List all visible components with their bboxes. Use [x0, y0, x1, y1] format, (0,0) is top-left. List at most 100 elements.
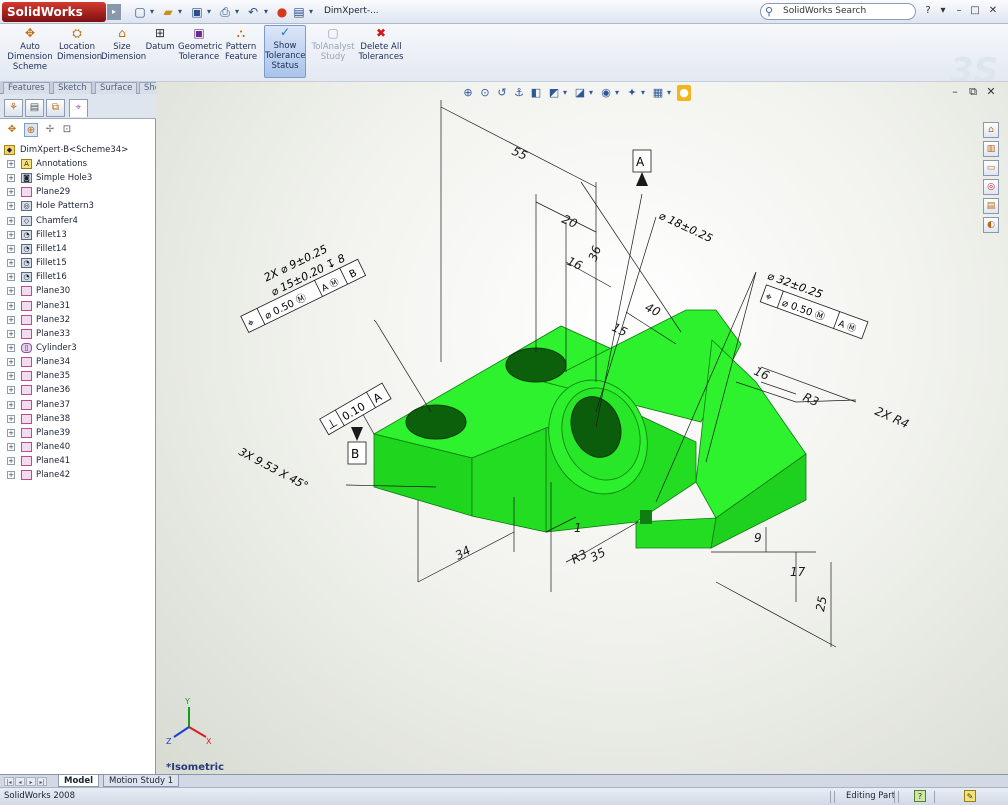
- scene-dropdown-icon[interactable]: ▾: [665, 85, 673, 101]
- tree-item-plane34[interactable]: + Plane34: [0, 355, 156, 369]
- view-orientation-icon[interactable]: ◩: [547, 85, 561, 101]
- print-icon[interactable]: ⎙: [218, 3, 232, 21]
- tree-item-fillet15[interactable]: + ◔ Fillet15: [0, 256, 156, 270]
- solidworks-resources-icon[interactable]: ⌂: [983, 122, 999, 138]
- datum-button[interactable]: ⊞ Datum: [145, 27, 175, 53]
- view-orientation-dropdown-icon[interactable]: ▾: [561, 85, 569, 101]
- display-style-icon[interactable]: ◪: [573, 85, 587, 101]
- tree-item-fillet16[interactable]: + ◔ Fillet16: [0, 270, 156, 284]
- tree-item-plane31[interactable]: + Plane31: [0, 299, 156, 313]
- expand-icon[interactable]: +: [7, 216, 15, 225]
- tree-item-chamfer4[interactable]: + ◇ Chamfer4: [0, 214, 156, 228]
- tree-item-plane29[interactable]: + Plane29: [0, 185, 156, 199]
- expand-icon[interactable]: +: [7, 471, 15, 480]
- show-tolerance-status-icon[interactable]: ⊕: [24, 123, 38, 137]
- tolanalyst-study-button[interactable]: ▢ TolAnalyst Study: [311, 27, 355, 63]
- viewport-close-button[interactable]: ✕: [984, 85, 998, 99]
- expand-icon[interactable]: +: [7, 400, 15, 409]
- part-body[interactable]: [372, 309, 807, 549]
- previous-tab-arrow-icon[interactable]: ◂: [15, 777, 25, 786]
- property-manager-tab-icon[interactable]: ▤: [25, 99, 44, 117]
- tree-item-fillet14[interactable]: + ◔ Fillet14: [0, 242, 156, 256]
- help-icon[interactable]: ?: [921, 4, 935, 18]
- maximize-button[interactable]: □: [968, 4, 982, 18]
- expand-icon[interactable]: +: [7, 287, 15, 296]
- expand-icon[interactable]: +: [7, 329, 15, 338]
- tab-motion-study-1[interactable]: Motion Study 1: [103, 775, 180, 787]
- tolanalyst-study-icon[interactable]: ⊡: [60, 123, 74, 137]
- expand-icon[interactable]: +: [7, 343, 15, 352]
- pattern-feature-button[interactable]: ⛬ Pattern Feature: [222, 27, 260, 63]
- save-icon[interactable]: ▣: [190, 3, 204, 21]
- expand-icon[interactable]: +: [7, 315, 15, 324]
- expand-icon[interactable]: +: [7, 386, 15, 395]
- tree-item-plane33[interactable]: + Plane33: [0, 327, 156, 341]
- viewport-restore-button[interactable]: ⧉: [966, 85, 980, 99]
- rebuild-status-icon[interactable]: ✎: [964, 790, 976, 802]
- file-explorer-icon[interactable]: ▭: [983, 160, 999, 176]
- viewport-minimize-button[interactable]: –: [948, 85, 962, 99]
- print-dropdown-arrow-icon[interactable]: ▾: [233, 3, 241, 21]
- location-dimension-button[interactable]: ⛭ Location Dimension: [57, 27, 102, 63]
- last-tab-arrow-icon[interactable]: ▸|: [37, 777, 47, 786]
- view-settings-icon[interactable]: ●: [677, 85, 691, 101]
- tree-item-plane38[interactable]: + Plane38: [0, 412, 156, 426]
- close-button[interactable]: ✕: [986, 4, 1000, 18]
- zoom-to-area-icon[interactable]: ⊙: [478, 85, 492, 101]
- feature-manager-tab-icon[interactable]: ⚘: [4, 99, 23, 117]
- tree-root[interactable]: ◆ DimXpert-B<Scheme34>: [0, 143, 156, 157]
- tree-item-hole-pattern3[interactable]: + ◎ Hole Pattern3: [0, 199, 156, 213]
- configuration-manager-tab-icon[interactable]: ⧉: [46, 99, 65, 117]
- tree-item-plane37[interactable]: + Plane37: [0, 398, 156, 412]
- tree-item-plane30[interactable]: + Plane30: [0, 284, 156, 298]
- appearances-icon[interactable]: ◐: [983, 217, 999, 233]
- search-results-icon[interactable]: ◎: [983, 179, 999, 195]
- view-palette-icon[interactable]: ▤: [983, 198, 999, 214]
- expand-icon[interactable]: +: [7, 259, 15, 268]
- options-icon[interactable]: ▤: [292, 3, 306, 21]
- size-dimension-button[interactable]: ⌂ Size Dimension: [101, 27, 146, 63]
- tab-surface[interactable]: Surface: [95, 82, 138, 94]
- tree-item-plane39[interactable]: + Plane39: [0, 426, 156, 440]
- tree-item-plane36[interactable]: + Plane36: [0, 383, 156, 397]
- expand-icon[interactable]: +: [7, 160, 15, 168]
- expand-icon[interactable]: +: [7, 414, 15, 423]
- expand-icon[interactable]: +: [7, 358, 15, 367]
- tree-item-plane35[interactable]: + Plane35: [0, 369, 156, 383]
- save-dropdown-arrow-icon[interactable]: ▾: [205, 3, 213, 21]
- expand-icon[interactable]: +: [7, 301, 15, 310]
- design-library-icon[interactable]: ▥: [983, 141, 999, 157]
- zoom-to-fit-icon[interactable]: ⊕: [461, 85, 475, 101]
- first-tab-arrow-icon[interactable]: |◂: [4, 777, 14, 786]
- hide-show-dropdown-icon[interactable]: ▾: [613, 85, 621, 101]
- undo-icon[interactable]: ↶: [246, 3, 260, 21]
- display-style-dropdown-icon[interactable]: ▾: [587, 85, 595, 101]
- tree-item-cylinder3[interactable]: + ▯ Cylinder3: [0, 341, 156, 355]
- tree-item-simple-hole3[interactable]: + ◙ Simple Hole3: [0, 171, 156, 185]
- quick-tips-help-icon[interactable]: ?: [914, 790, 926, 802]
- delete-all-tolerances-button[interactable]: ✖ Delete All Tolerances: [357, 27, 405, 63]
- expand-icon[interactable]: +: [7, 457, 15, 466]
- options-dropdown-arrow-icon[interactable]: ▾: [307, 3, 315, 21]
- rebuild-traffic-light-icon[interactable]: ●: [276, 3, 288, 21]
- tab-features[interactable]: Features: [3, 82, 50, 94]
- section-view-icon[interactable]: ◧: [529, 85, 543, 101]
- tab-model[interactable]: Model: [58, 775, 100, 787]
- expand-icon[interactable]: +: [7, 174, 15, 183]
- expand-icon[interactable]: +: [7, 244, 15, 253]
- search-input[interactable]: ⚲ SolidWorks Search: [760, 3, 916, 20]
- tree-item-plane32[interactable]: + Plane32: [0, 313, 156, 327]
- tree-item-fillet13[interactable]: + ◔ Fillet13: [0, 228, 156, 242]
- expand-icon[interactable]: +: [7, 443, 15, 451]
- edit-appearance-icon[interactable]: ✦: [625, 85, 639, 101]
- expand-icon[interactable]: +: [7, 372, 15, 381]
- geometric-tolerance-button[interactable]: ▣ Geometric Tolerance: [178, 27, 222, 63]
- appearance-dropdown-icon[interactable]: ▾: [639, 85, 647, 101]
- tree-item-plane41[interactable]: + Plane41: [0, 454, 156, 468]
- tree-item-plane40[interactable]: + Plane40: [0, 440, 156, 454]
- model-drawing[interactable]: A B ⊥ 0.10 A 2X ⌀ 9±0.25 ⌀ 15±0.20 ↧ 8 ⌖…: [156, 82, 1008, 774]
- auto-dimension-scheme-button[interactable]: ✥ Auto Dimension Scheme: [6, 27, 54, 73]
- copy-scheme-icon[interactable]: ✢: [43, 123, 57, 137]
- new-document-icon[interactable]: ▢: [133, 3, 147, 21]
- tab-sketch[interactable]: Sketch: [53, 82, 92, 94]
